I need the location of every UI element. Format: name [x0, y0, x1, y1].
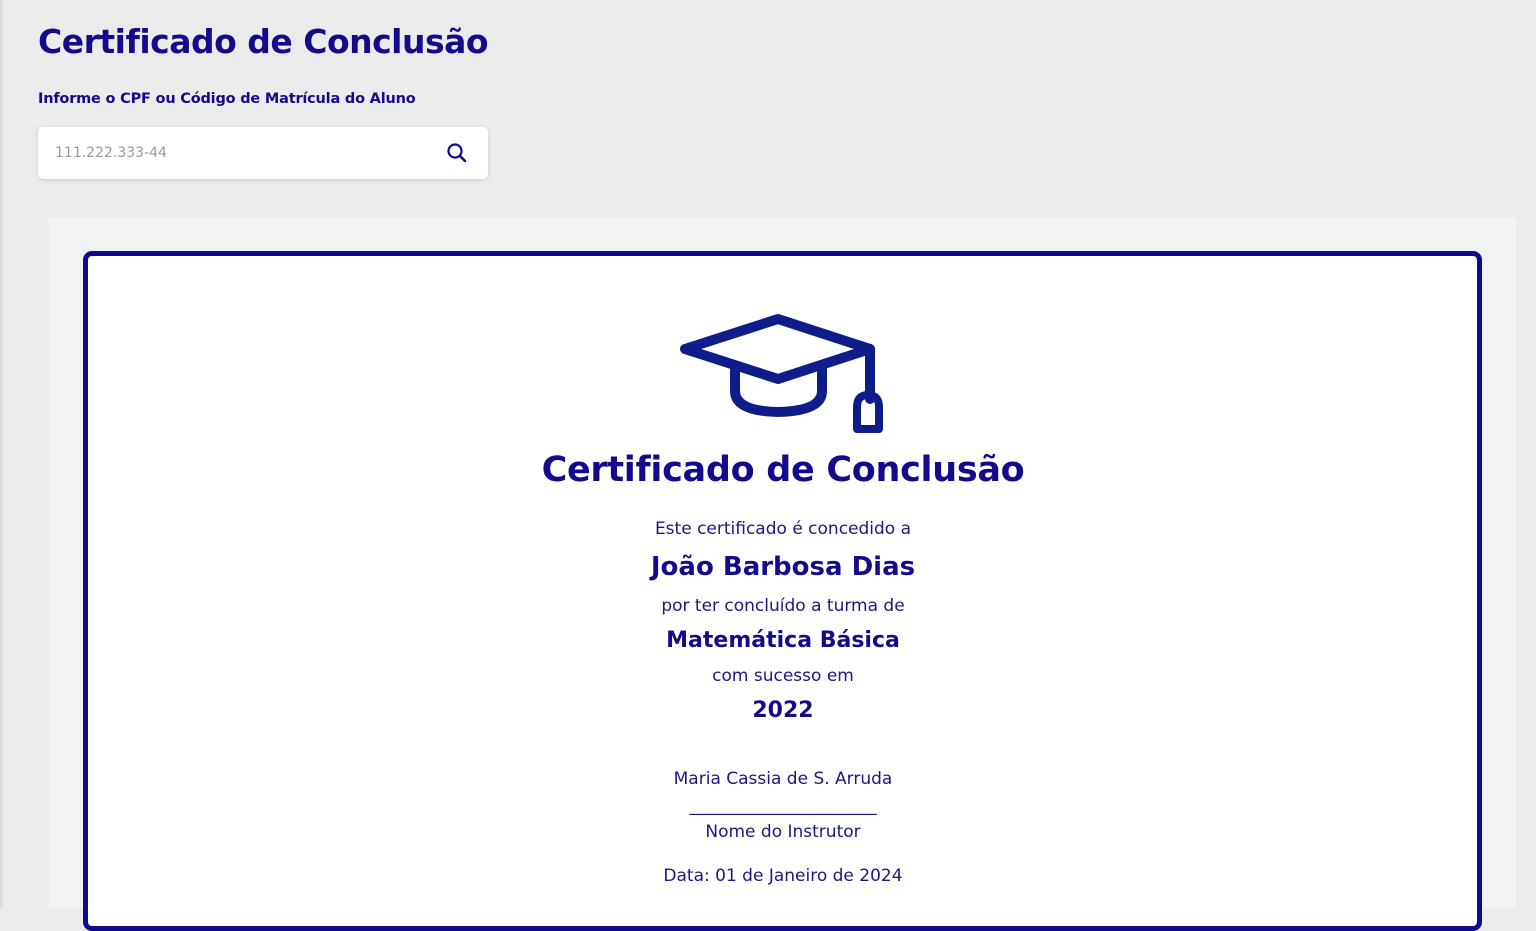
- search-label: Informe o CPF ou Código de Matrícula do …: [38, 91, 416, 107]
- completion-year: 2022: [752, 698, 814, 723]
- search-box: [38, 127, 488, 179]
- course-name: Matemática Básica: [666, 628, 900, 653]
- search-input[interactable]: [38, 127, 428, 179]
- graduation-cap-icon: [680, 314, 883, 433]
- granted-text: Este certificado é concedido a: [654, 519, 912, 539]
- certificate-title: Certificado de Conclusão: [541, 450, 1025, 490]
- search-button[interactable]: [442, 139, 472, 167]
- search-icon: [447, 143, 467, 163]
- signature-line: ______________________: [689, 796, 877, 816]
- completed-text: por ter concluído a turma de: [661, 596, 905, 616]
- student-name: João Barbosa Dias: [650, 552, 916, 582]
- instructor-name: Maria Cassia de S. Arruda: [673, 769, 893, 789]
- success-text: com sucesso em: [712, 666, 854, 686]
- certificate-date: Data: 01 de Janeiro de 2024: [663, 866, 903, 886]
- page-left-edge: [0, 0, 3, 908]
- instructor-label: Nome do Instrutor: [705, 822, 861, 842]
- page-title: Certificado de Conclusão: [38, 22, 489, 61]
